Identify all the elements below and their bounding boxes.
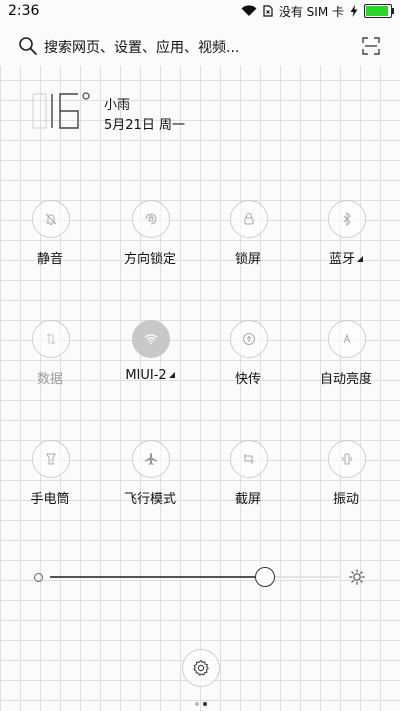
lock-icon	[244, 213, 254, 225]
bell-icon	[45, 213, 57, 225]
toggle-button[interactable]	[328, 440, 366, 478]
toggle-label-text: 静音	[36, 252, 63, 267]
auto-brightness-icon	[343, 333, 351, 344]
toggle-button[interactable]	[132, 320, 170, 358]
toggle-bluetooth[interactable]: 蓝牙	[301, 200, 391, 280]
toggle-screenshot[interactable]: 截屏	[203, 440, 293, 520]
toggle-button[interactable]	[328, 200, 366, 238]
status-indicators: 没有 SIM 卡	[241, 3, 394, 19]
toggle-label-text: 快传	[234, 372, 261, 387]
toggle-label: 蓝牙	[301, 248, 391, 267]
toggle-label: MIUI-2	[105, 368, 195, 383]
toggle-wifi[interactable]: MIUI-2	[105, 320, 195, 400]
toggle-label-text: 手电筒	[30, 492, 70, 507]
vibrate-icon	[342, 453, 352, 465]
toggle-label: 快传	[203, 368, 293, 387]
toggle-label-text: 锁屏	[234, 252, 261, 267]
toggle-button[interactable]	[328, 320, 366, 358]
toggle-mobile-data[interactable]: 数据	[5, 320, 95, 400]
brightness-slider[interactable]	[50, 576, 340, 578]
toggle-label-text: MIUI-2	[125, 368, 167, 383]
toggle-label-text: 飞行模式	[123, 492, 176, 507]
toggle-label-text: 数据	[36, 372, 63, 387]
toggle-label: 自动亮度	[301, 368, 391, 387]
toggle-button[interactable]	[32, 200, 70, 238]
toggle-label-text: 方向锁定	[123, 252, 176, 267]
rotation-lock-icon	[145, 213, 157, 225]
toggle-vibrate[interactable]: 振动	[301, 440, 391, 520]
mobile-data-icon	[46, 333, 56, 345]
wifi-icon	[144, 334, 158, 345]
expand-indicator-icon	[357, 256, 363, 262]
carrier-text: 没有 SIM 卡	[278, 4, 344, 19]
status-bar: 2:36 没有 SIM 卡	[0, 0, 400, 22]
page-dot	[195, 702, 199, 706]
toggle-label-text: 蓝牙	[328, 252, 355, 267]
toggle-label: 飞行模式	[105, 488, 195, 507]
toggle-quick-transfer[interactable]: 快传	[203, 320, 293, 400]
scan-icon[interactable]	[362, 37, 380, 55]
toggle-label-text: 振动	[332, 492, 359, 507]
toggle-auto-brightness[interactable]: 自动亮度	[301, 320, 391, 400]
brightness-high-icon	[349, 569, 365, 585]
toggle-lock[interactable]: 锁屏	[203, 200, 293, 280]
weather-condition: 小雨	[104, 98, 131, 113]
brightness-fill	[50, 576, 265, 578]
search-input[interactable]: 搜索网页、设置、应用、视频...	[44, 37, 239, 57]
toggle-label: 振动	[301, 488, 391, 507]
battery-icon	[364, 4, 394, 18]
toggle-button[interactable]	[132, 440, 170, 478]
brightness-low-icon	[34, 573, 43, 582]
expand-indicator-icon	[168, 372, 175, 378]
weather-temperature	[30, 90, 100, 132]
toggle-button[interactable]	[32, 440, 70, 478]
brightness-thumb[interactable]	[254, 567, 275, 587]
page-dot	[203, 702, 207, 706]
temperature-digits	[32, 92, 90, 129]
toggle-button[interactable]	[230, 320, 268, 358]
toggle-bell[interactable]: 静音	[5, 200, 95, 280]
toggle-label: 静音	[5, 248, 95, 267]
battery-fill	[366, 6, 388, 16]
weather-date: 5月21日 周一	[104, 118, 185, 133]
flashlight-icon	[46, 453, 56, 465]
toggle-label: 方向锁定	[105, 248, 195, 267]
sim-card-icon	[263, 5, 273, 17]
search-bar[interactable]: 搜索网页、设置、应用、视频...	[0, 22, 400, 66]
bluetooth-icon	[343, 211, 351, 227]
gear-icon	[193, 659, 209, 676]
settings-button[interactable]	[182, 649, 220, 687]
toggle-label: 手电筒	[5, 488, 95, 507]
toggle-button[interactable]	[230, 200, 268, 238]
toggle-rotation-lock[interactable]: 方向锁定	[105, 200, 195, 280]
toggle-label-text: 自动亮度	[319, 372, 372, 387]
quick-transfer-icon	[243, 333, 255, 345]
toggle-label: 数据	[5, 368, 95, 387]
screenshot-icon	[244, 454, 254, 464]
toggle-label: 锁屏	[203, 248, 293, 267]
toggle-button[interactable]	[230, 440, 268, 478]
search-icon	[19, 37, 37, 55]
toggle-button[interactable]	[32, 320, 70, 358]
toggle-label-text: 截屏	[234, 492, 261, 507]
airplane-icon	[145, 453, 157, 465]
status-time: 2:36	[8, 3, 40, 19]
toggle-airplane[interactable]: 飞行模式	[105, 440, 195, 520]
wifi-signal-icon	[241, 5, 257, 17]
toggle-button[interactable]	[132, 200, 170, 238]
charging-icon	[350, 5, 358, 17]
toggle-flashlight[interactable]: 手电筒	[5, 440, 95, 520]
toggle-label: 截屏	[203, 488, 293, 507]
